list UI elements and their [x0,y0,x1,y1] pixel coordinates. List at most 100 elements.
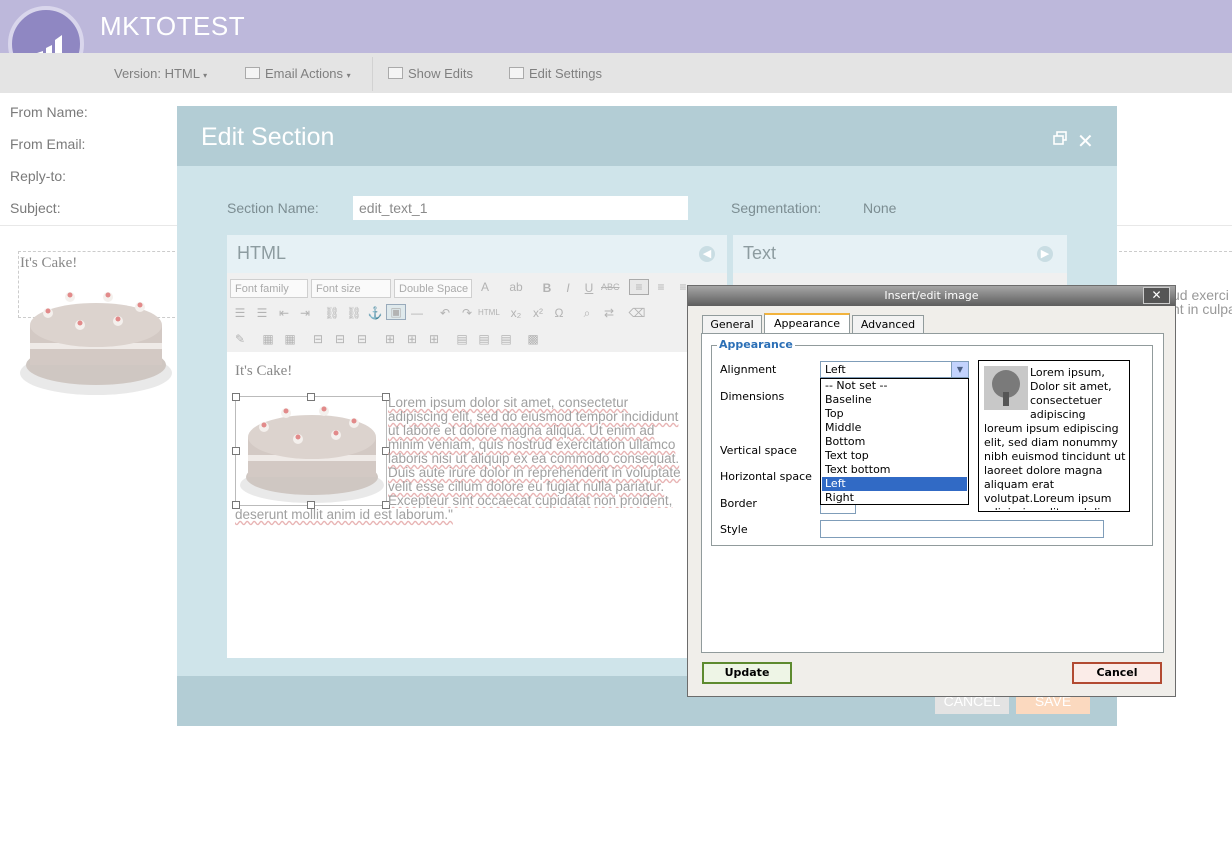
arrow-left-icon[interactable]: ◀ [699,246,715,262]
toolbar-divider [372,57,373,91]
alignment-option-selected[interactable]: Left [822,477,967,491]
vertical-space-label: Vertical space [720,444,797,457]
restore-window-icon[interactable] [1053,131,1067,145]
lorem-wrap: Lorem ipsum dolor sit amet, consectetur … [388,396,688,508]
col-delete-icon[interactable]: ⊞ [425,332,443,346]
selected-image[interactable] [235,396,387,506]
outdent-icon[interactable]: ⇤ [275,306,293,320]
bold-icon[interactable]: B [538,281,556,295]
edit-icon [388,67,403,79]
align-left-icon[interactable]: ≡ [629,279,649,295]
html-source-icon[interactable]: HTML [478,308,500,317]
alignment-option[interactable]: -- Not set -- [822,379,967,393]
undo-icon[interactable]: ↶ [436,306,454,320]
cake-image [240,406,384,503]
style-label: Style [720,523,748,536]
close-icon[interactable]: ✕ [1077,129,1094,153]
app-title: MKTOTEST [100,11,246,41]
font-size-select[interactable]: Font size [311,279,391,298]
replace-icon[interactable]: ⇄ [600,306,618,320]
special-char-icon[interactable]: Ω [550,306,568,320]
section-name-input[interactable] [353,196,688,220]
resize-handle[interactable] [232,393,240,401]
row-insert-icon[interactable]: ⊟ [331,332,349,346]
dialog-close-icon[interactable]: ✕ [1143,287,1170,304]
alignment-option[interactable]: Text top [822,449,967,463]
line-spacing-select[interactable]: Double Space [394,279,472,298]
find-icon[interactable]: ⌕ [578,306,596,321]
font-color-icon[interactable]: A [476,280,494,294]
cake-image [20,292,172,395]
horizontal-rule-icon[interactable]: — [408,306,426,320]
from-email-label: From Email: [10,136,86,152]
image-icon[interactable]: ▣ [386,304,406,320]
email-actions-dropdown[interactable]: Email Actions ▾ [245,66,351,81]
style-input[interactable] [820,520,1104,538]
segmentation-label: Segmentation: [731,200,822,216]
from-name-label: From Name: [10,104,88,120]
template-icon[interactable]: ▩ [524,332,542,346]
table-props-icon[interactable]: ▦ [281,332,299,346]
col-icon[interactable]: ⊞ [381,332,399,346]
settings-icon [509,67,524,79]
text-panel-header [733,235,1067,273]
redo-icon[interactable]: ↷ [458,306,476,320]
row-icon[interactable]: ⊟ [309,332,327,346]
edit-settings-button[interactable]: Edit Settings [509,66,602,81]
alignment-option[interactable]: Baseline [822,393,967,407]
unlink-icon[interactable]: ⛓ [345,306,363,320]
caret-down-icon: ▾ [346,71,351,80]
subject-label: Subject: [10,200,61,216]
alignment-option[interactable]: Top [822,407,967,421]
border-label: Border [720,497,757,510]
link-icon[interactable]: ⛓ [323,306,341,320]
alignment-option[interactable]: Bottom [822,435,967,449]
alignment-option[interactable]: Right [822,491,967,505]
dimensions-label: Dimensions [720,390,785,403]
email-icon [245,67,260,79]
show-edits-button[interactable]: Show Edits [388,66,473,81]
resize-handle[interactable] [307,393,315,401]
edit-css-icon[interactable]: ✎ [231,332,249,346]
cancel-button[interactable]: Cancel [1072,662,1162,684]
segmentation-value: None [863,200,897,216]
version-dropdown[interactable]: Version: HTML ▾ [114,66,207,81]
alignment-select[interactable]: Left [820,361,969,378]
text-tab[interactable]: Text [743,243,776,264]
tab-advanced[interactable]: Advanced [852,315,924,333]
html-tab[interactable]: HTML [237,243,286,264]
editor-heading: It's Cake! [235,363,293,379]
arrow-right-icon[interactable]: ▶ [1037,246,1053,262]
numbered-list-icon[interactable]: ☰ [253,306,271,320]
indent-icon[interactable]: ⇥ [296,306,314,320]
alignment-label: Alignment [720,363,777,376]
bullet-list-icon[interactable]: ☰ [231,306,249,320]
italic-icon[interactable]: I [559,281,577,295]
anchor-icon[interactable]: ⚓ [366,306,384,320]
subscript-icon[interactable]: x₂ [507,306,525,320]
caret-down-icon: ▾ [203,71,208,80]
underline-icon[interactable]: U [580,281,598,295]
highlight-icon[interactable]: ab [507,280,525,294]
split-cells-icon[interactable]: ▤ [475,332,493,346]
cell-props-icon[interactable]: ▤ [497,332,515,346]
col-insert-icon[interactable]: ⊞ [403,332,421,346]
tab-general[interactable]: General [702,315,762,333]
font-family-select[interactable]: Font family [230,279,308,298]
align-center-icon[interactable]: ≡ [652,280,670,294]
chevron-down-icon[interactable]: ▼ [951,362,968,377]
update-button[interactable]: Update [702,662,792,684]
table-icon[interactable]: ▦ [259,332,277,346]
merge-cells-icon[interactable]: ▤ [453,332,471,346]
alignment-option[interactable]: Middle [822,421,967,435]
superscript-icon[interactable]: x² [529,306,547,320]
strikethrough-icon[interactable]: ABC [601,282,620,292]
reply-to-label: Reply-to: [10,168,67,184]
section-name-label: Section Name: [227,200,319,216]
clear-formatting-icon[interactable]: ⌫ [628,306,646,320]
alignment-option[interactable]: Text bottom [822,463,967,477]
tab-appearance[interactable]: Appearance [764,313,850,334]
row-delete-icon[interactable]: ⊟ [353,332,371,346]
resize-handle[interactable] [232,447,240,455]
horizontal-space-label: Horizontal space [720,470,812,483]
